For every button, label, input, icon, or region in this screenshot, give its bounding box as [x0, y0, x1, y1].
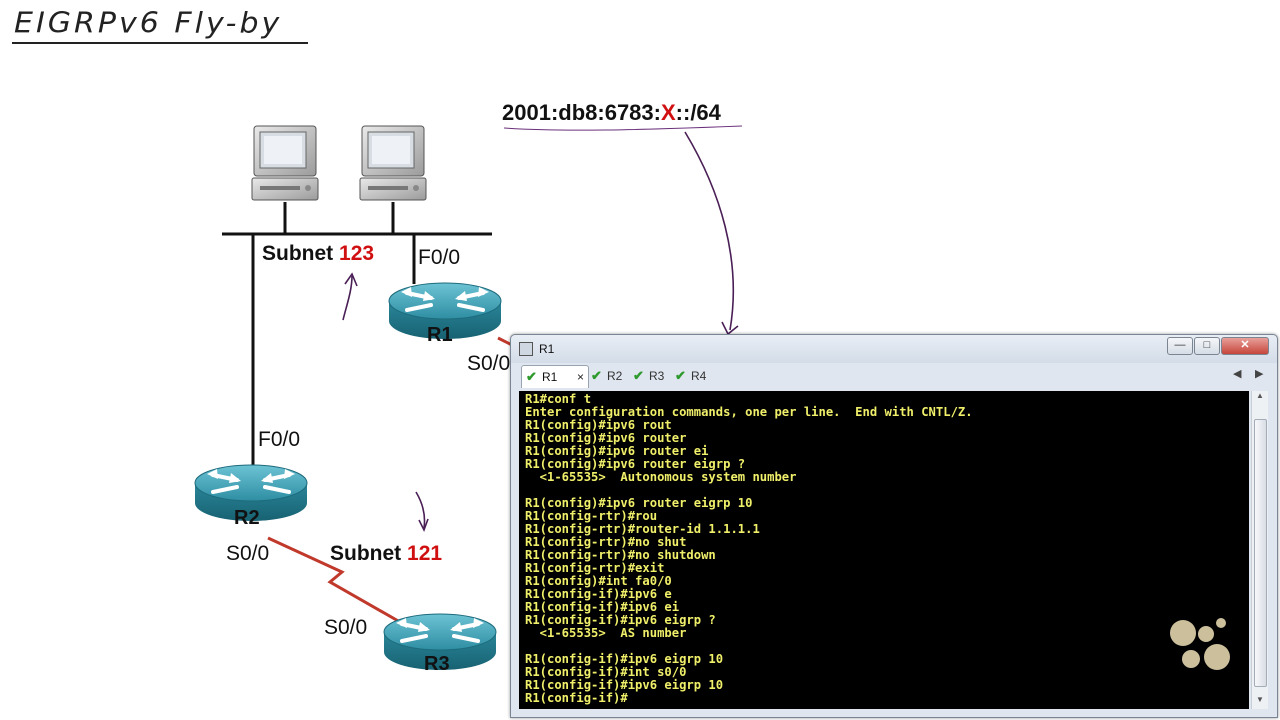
- subnet-121-label: Subnet 121: [330, 542, 442, 566]
- terminal-text: R1#conf t Enter configuration commands, …: [525, 392, 973, 705]
- tab-label: R4: [691, 369, 707, 383]
- ipv6-prefix: 2001:db8:6783:X::/64: [502, 100, 721, 126]
- session-tabs: ✔ R1 × ✔ R2 ✔ R3 ✔ R4 ◀ ▶: [517, 365, 1271, 389]
- terminal-output[interactable]: R1#conf t Enter configuration commands, …: [519, 391, 1249, 709]
- tab-r1[interactable]: ✔ R1 ×: [521, 365, 589, 388]
- scroll-thumb[interactable]: [1254, 419, 1267, 687]
- router-r1-label: R1: [427, 324, 453, 346]
- scroll-down-icon[interactable]: ▼: [1252, 695, 1268, 709]
- subnet-123-label: Subnet 123: [262, 242, 374, 266]
- vertical-scrollbar[interactable]: ▲ ▼: [1251, 391, 1268, 709]
- tab-r4[interactable]: ✔ R4: [671, 365, 727, 387]
- r1-s00-label: S0/0: [467, 352, 511, 375]
- ipv6-prefix-variable: X: [660, 100, 676, 125]
- close-button[interactable]: ✕: [1221, 337, 1269, 355]
- terminal-window[interactable]: R1 — □ ✕ ✔ R1 × ✔ R2 ✔ R3 ✔ R4 ◀ ▶ R1#co…: [510, 334, 1278, 718]
- check-icon: ✔: [526, 369, 537, 384]
- pc-icon: [251, 125, 319, 201]
- check-icon: ✔: [591, 368, 602, 383]
- subnet-word: Subnet: [262, 242, 334, 265]
- subnet-number: 121: [407, 542, 443, 565]
- ipv6-prefix-end: ::/64: [675, 100, 721, 125]
- ipv6-prefix-start: 2001:db8:6783:: [502, 100, 661, 125]
- pc-icon: [359, 125, 427, 201]
- r3-s00-label: S0/0: [324, 616, 368, 639]
- minimize-button[interactable]: —: [1167, 337, 1193, 355]
- r1-f00-label: F0/0: [418, 246, 461, 269]
- r2-f00-label: F0/0: [258, 428, 301, 451]
- check-icon: ✔: [633, 368, 644, 383]
- maximize-button[interactable]: □: [1194, 337, 1220, 355]
- scroll-up-icon[interactable]: ▲: [1252, 391, 1268, 405]
- router-r3-label: R3: [424, 653, 450, 675]
- router-r2-label: R2: [234, 507, 260, 529]
- window-title: R1: [539, 342, 555, 356]
- tab-close-icon[interactable]: ×: [577, 366, 584, 388]
- tab-label: R3: [649, 369, 665, 383]
- subnet-word: Subnet: [330, 542, 402, 565]
- tab-prev-icon[interactable]: ◀: [1233, 367, 1241, 380]
- tab-label: R1: [542, 370, 558, 384]
- r2-s00-label: S0/0: [226, 542, 270, 565]
- tab-next-icon[interactable]: ▶: [1255, 367, 1263, 380]
- tab-label: R2: [607, 369, 623, 383]
- check-icon: ✔: [675, 368, 686, 383]
- logo-icon: [1168, 618, 1232, 672]
- subnet-number: 123: [339, 242, 375, 265]
- window-titlebar[interactable]: R1 — □ ✕: [511, 335, 1277, 363]
- window-icon: [519, 342, 533, 356]
